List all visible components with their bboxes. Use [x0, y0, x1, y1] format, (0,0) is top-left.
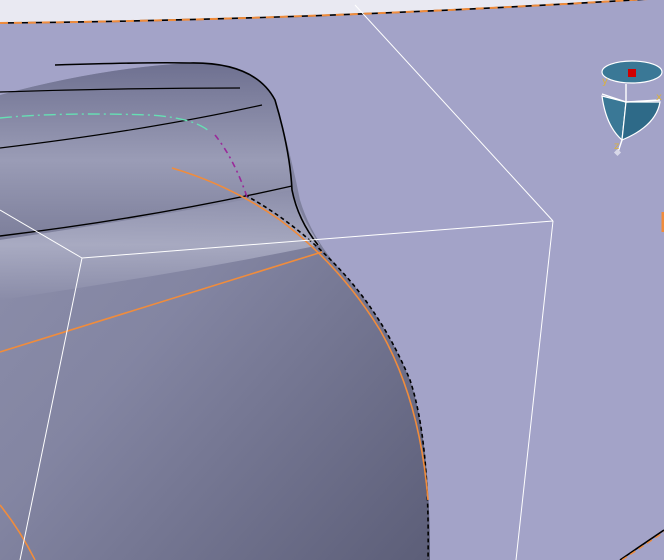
- compass-selection-marker[interactable]: [628, 69, 636, 77]
- 3d-scene[interactable]: [0, 0, 664, 560]
- compass-axis-label-z: z: [614, 141, 619, 152]
- compass-right-plane[interactable]: [621, 101, 661, 141]
- compass-axis-label-x: x: [656, 92, 662, 103]
- compass-axis-label-y: y: [602, 76, 608, 87]
- 3d-viewport[interactable]: y x z: [0, 0, 664, 560]
- 3d-compass-icon[interactable]: y x z: [598, 56, 664, 160]
